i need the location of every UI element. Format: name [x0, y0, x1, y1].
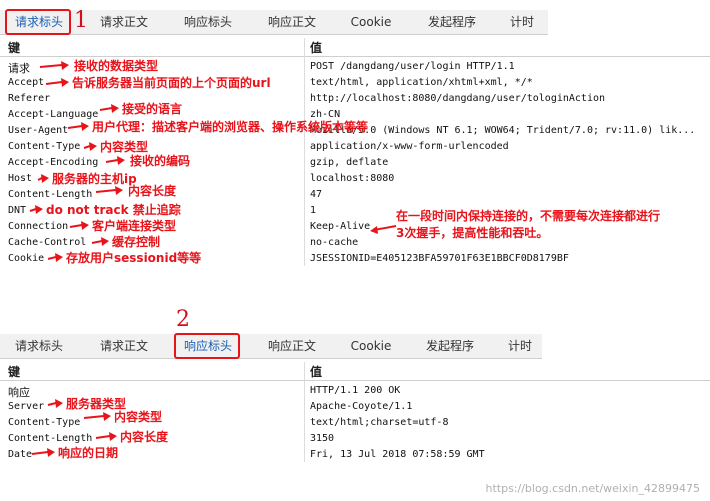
- response-header-key: Server: [8, 401, 45, 412]
- request-header-value: POST /dangdang/user/login HTTP/1.1: [310, 61, 515, 72]
- active-tab-highlight: [5, 9, 71, 35]
- request-header-value: no-cache: [310, 237, 359, 248]
- value-column-header: 值: [310, 41, 323, 55]
- tab-request-headers-2[interactable]: 请求标头: [8, 334, 70, 358]
- request-header-key: Accept-Encoding: [8, 157, 99, 168]
- request-header-value: 47: [310, 189, 323, 200]
- request-header-value: application/x-www-form-urlencoded: [310, 141, 509, 152]
- tab-initiator[interactable]: 发起程序: [420, 10, 484, 34]
- response-header-value: 3150: [310, 433, 335, 444]
- request-header-key: Connection: [8, 221, 69, 232]
- response-header-value: HTTP/1.1 200 OK: [310, 385, 401, 396]
- response-header-row[interactable]: Content-Type text/html;charset=utf-8 内容类型: [0, 410, 710, 432]
- tab-request-body[interactable]: 请求正文: [92, 10, 156, 34]
- request-table-header: 键 值: [0, 38, 710, 57]
- active-tab-highlight-2: [174, 333, 240, 359]
- request-header-annotation: 接收的数据类型: [74, 59, 159, 73]
- request-header-annotation: 接受的语言: [122, 102, 183, 116]
- tab-response-headers[interactable]: 响应标头: [176, 10, 240, 34]
- tab-timing[interactable]: 计时: [500, 10, 544, 34]
- request-header-key: Content-Length: [8, 189, 93, 200]
- annotation-arrow-icon: [95, 186, 123, 195]
- step-number-1: 1: [74, 8, 88, 33]
- step-number-2: 2: [176, 307, 190, 332]
- request-header-annotation: 接收的编码: [130, 154, 191, 168]
- response-header-row[interactable]: Date Fri, 13 Jul 2018 07:58:59 GMT 响应的日期: [0, 446, 710, 464]
- response-header-key: Date: [8, 449, 33, 460]
- request-header-annotation: 告诉服务器当前页面的上个页面的url: [72, 76, 271, 90]
- tab-cookie-2[interactable]: Cookie: [344, 334, 398, 358]
- request-header-row[interactable]: Cookie JSESSIONID=E405123BFA59701F63E1BBC…: [0, 251, 710, 268]
- request-header-annotation: 用户代理：描述客户端的浏览器、操作系统版本等等: [92, 120, 369, 134]
- response-header-value: Apache-Coyote/1.1: [310, 401, 413, 412]
- request-header-annotation: 内容长度: [128, 184, 177, 198]
- request-header-value: text/html, application/xhtml+xml, */*: [310, 77, 533, 88]
- request-header-key: Cookie: [8, 253, 45, 264]
- key-column-header-2: 键: [8, 365, 21, 379]
- request-header-key: Content-Type: [8, 141, 81, 152]
- request-header-value: gzip, deflate: [310, 157, 389, 168]
- request-header-value: http://localhost:8080/dangdang/user/tolo…: [310, 93, 606, 104]
- response-table-header: 键 值: [0, 362, 710, 381]
- response-header-key: Content-Length: [8, 433, 93, 444]
- request-header-key: DNT: [8, 205, 27, 216]
- response-header-value: Fri, 13 Jul 2018 07:58:59 GMT: [310, 449, 485, 460]
- tab-initiator-2[interactable]: 发起程序: [418, 334, 482, 358]
- keepalive-arrow-icon: [370, 225, 397, 234]
- request-header-row[interactable]: Accept text/html, application/xhtml+xml, …: [0, 76, 710, 92]
- request-header-annotation: 缓存控制: [112, 235, 161, 249]
- keepalive-annotation-line1: 在一段时间内保持连接的，不需要每次连接都进行: [396, 209, 661, 223]
- keepalive-annotation-line2: 3次握手，提高性能和吞吐。: [396, 226, 549, 240]
- key-column-header: 键: [8, 41, 21, 55]
- request-header-value: localhost:8080: [310, 173, 395, 184]
- response-header-value: text/html;charset=utf-8: [310, 417, 449, 428]
- request-header-annotation: 存放用户sessionid等等: [66, 251, 202, 265]
- value-column-header-2: 值: [310, 365, 323, 379]
- response-header-key: Content-Type: [8, 417, 81, 428]
- request-header-row[interactable]: Content-Type application/x-www-form-urlen…: [0, 140, 710, 156]
- tab-request-body-2[interactable]: 请求正文: [92, 334, 156, 358]
- request-header-key: User-Agent: [8, 125, 69, 136]
- watermark: https://blog.csdn.net/weixin_42899475: [485, 482, 700, 495]
- response-header-key: 响应: [8, 386, 30, 399]
- tab-timing-2[interactable]: 计时: [498, 334, 542, 358]
- tab-response-body[interactable]: 响应正文: [260, 10, 324, 34]
- request-header-annotation: 客户端连接类型: [92, 219, 177, 233]
- request-header-annotation: do not track 禁止追踪: [46, 203, 181, 217]
- request-header-value: Keep-Alive: [310, 221, 371, 232]
- request-header-key: 请求: [8, 62, 30, 75]
- tab-response-body-2[interactable]: 响应正文: [260, 334, 324, 358]
- request-header-key: Host: [8, 173, 33, 184]
- request-header-key: Cache-Control: [8, 237, 87, 248]
- request-header-value: JSESSIONID=E405123BFA59701F63E1BBCF0D817…: [310, 253, 569, 264]
- tab-cookie[interactable]: Cookie: [344, 10, 398, 34]
- response-tab-bar: 请求标头 请求正文 响应标头 响应正文 Cookie 发起程序 计时: [0, 334, 542, 359]
- request-header-key: Referer: [8, 93, 51, 104]
- annotation-arrow-icon: [83, 412, 111, 421]
- annotation-arrow-icon: [39, 61, 69, 70]
- request-header-key: Accept: [8, 77, 45, 88]
- request-header-value: 1: [310, 205, 317, 216]
- response-header-annotation: 内容长度: [120, 430, 169, 444]
- request-header-key: Accept-Language: [8, 109, 99, 120]
- response-header-annotation: 内容类型: [114, 410, 163, 424]
- response-header-annotation: 响应的日期: [58, 446, 119, 460]
